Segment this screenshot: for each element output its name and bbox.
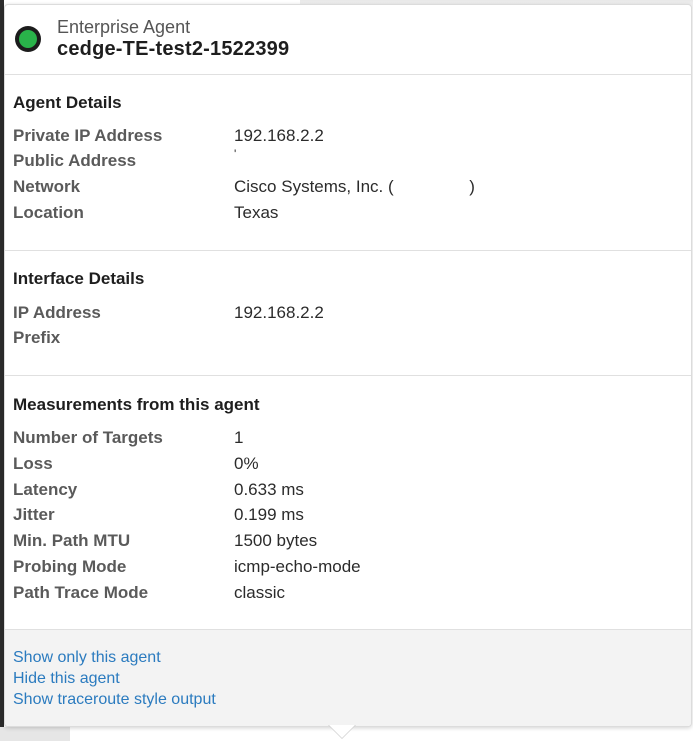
interface-details-title: Interface Details — [13, 269, 145, 288]
path-trace-mode-label: Path Trace Mode — [13, 583, 149, 602]
divider — [5, 74, 691, 75]
location-value: Texas — [234, 203, 279, 222]
network-label: Network — [13, 177, 81, 196]
tooltip-caret — [329, 725, 355, 738]
measurements-title: Measurements from this agent — [13, 395, 260, 414]
latency-label: Latency — [13, 480, 78, 499]
path-trace-mode-value: classic — [234, 583, 286, 602]
loss-label: Loss — [13, 454, 53, 473]
jitter-value: 0.199 ms — [234, 505, 304, 524]
jitter-label: Jitter — [13, 505, 55, 524]
agent-tooltip-card: Enterprise Agent cedge-TE-test2-1522399 … — [4, 4, 692, 727]
agent-details-title: Agent Details — [13, 93, 122, 112]
loss-value: 0% — [234, 454, 259, 473]
targets-value: 1 — [234, 428, 244, 447]
background-strip — [0, 727, 70, 741]
show-traceroute-link[interactable]: Show traceroute style output — [13, 691, 216, 709]
probing-mode-label: Probing Mode — [13, 557, 127, 576]
hide-agent-link[interactable]: Hide this agent — [13, 670, 120, 688]
divider — [5, 375, 691, 376]
latency-value: 0.633 ms — [234, 480, 304, 499]
network-value: Cisco Systems, Inc. ( ) — [234, 177, 475, 196]
agent-header: Enterprise Agent cedge-TE-test2-1522399 — [5, 5, 691, 75]
prefix-label: Prefix — [13, 328, 61, 347]
divider — [5, 250, 691, 251]
actions-footer: Show only this agent Hide this agent Sho… — [5, 629, 691, 726]
private-ip-label: Private IP Address — [13, 126, 163, 145]
interface-ip-label: IP Address — [13, 303, 101, 322]
agent-name: cedge-TE-test2-1522399 — [57, 38, 290, 60]
public-address-label: Public Address — [13, 151, 137, 170]
agent-type-label: Enterprise Agent — [57, 17, 191, 37]
probing-mode-value: icmp-echo-mode — [234, 557, 361, 576]
public-address-value: ' — [234, 147, 237, 161]
location-label: Location — [13, 203, 84, 222]
targets-label: Number of Targets — [13, 428, 163, 447]
interface-ip-value: 192.168.2.2 — [234, 303, 324, 322]
mtu-label: Min. Path MTU — [13, 531, 131, 550]
show-only-agent-link[interactable]: Show only this agent — [13, 649, 161, 667]
private-ip-value: 192.168.2.2 — [234, 126, 324, 145]
mtu-value: 1500 bytes — [234, 531, 318, 550]
status-online-icon — [15, 26, 41, 52]
